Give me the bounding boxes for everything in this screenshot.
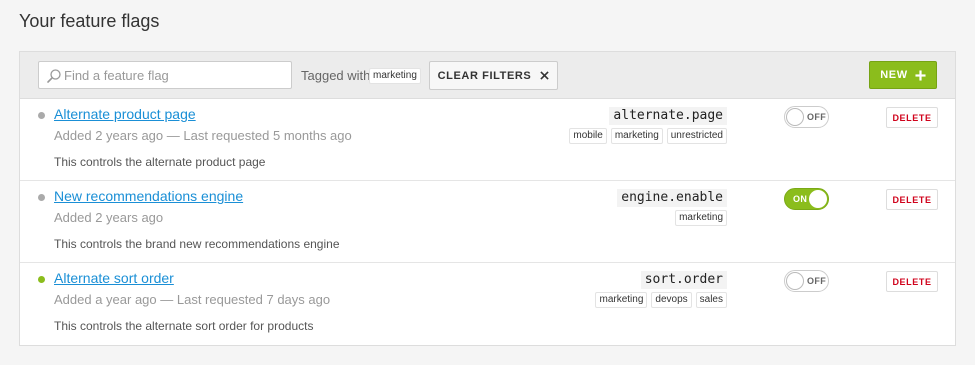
- toggle-label: OFF: [807, 112, 827, 122]
- flag-meta: Added 2 years ago — Last requested 5 mon…: [54, 128, 352, 143]
- tag[interactable]: mobile: [569, 128, 607, 144]
- flag-meta: Added a year ago — Last requested 7 days…: [54, 292, 331, 307]
- new-flag-button[interactable]: NEW: [869, 61, 937, 89]
- toggle-knob: [786, 272, 804, 290]
- flag-row: New recommendations engine Added 2 years…: [20, 181, 955, 263]
- flag-toggle[interactable]: OFF: [784, 270, 829, 292]
- flag-tags: marketing: [675, 210, 727, 226]
- status-dot: [38, 112, 45, 119]
- delete-button[interactable]: DELETE: [886, 107, 938, 128]
- flag-toggle[interactable]: ON: [784, 188, 829, 210]
- flag-meta: Added 2 years ago: [54, 210, 164, 225]
- tag[interactable]: unrestricted: [666, 128, 727, 144]
- flag-description: This controls the alternate sort order f…: [54, 319, 314, 333]
- flag-description: This controls the alternate product page: [54, 155, 266, 169]
- search-input[interactable]: [64, 66, 284, 84]
- active-tag-filter[interactable]: marketing: [369, 68, 421, 84]
- flag-name-link[interactable]: Alternate product page: [54, 106, 196, 122]
- flag-key: alternate.page: [609, 107, 727, 125]
- status-dot: [38, 194, 45, 201]
- flag-tags: mobile marketing unrestricted: [569, 128, 727, 144]
- flag-name-link[interactable]: Alternate sort order: [54, 270, 174, 286]
- delete-button[interactable]: DELETE: [886, 189, 938, 210]
- toggle-label: OFF: [807, 276, 827, 286]
- tag[interactable]: marketing: [610, 128, 663, 144]
- flag-key: sort.order: [640, 271, 727, 289]
- page-title: Your feature flags: [19, 11, 160, 31]
- feature-flags-panel: Tagged with marketing CLEAR FILTERS NEW …: [19, 51, 956, 346]
- tagged-with-label: Tagged with: [301, 68, 371, 83]
- filter-toolbar: Tagged with marketing CLEAR FILTERS NEW: [20, 52, 955, 99]
- search-box[interactable]: [38, 61, 292, 89]
- flag-name-link[interactable]: New recommendations engine: [54, 188, 243, 204]
- flag-toggle[interactable]: OFF: [784, 106, 829, 128]
- flag-row: Alternate sort order Added a year ago — …: [20, 263, 955, 345]
- plus-icon: [915, 69, 926, 81]
- toggle-knob: [809, 190, 827, 208]
- tag[interactable]: devops: [651, 292, 692, 308]
- status-dot: [38, 276, 45, 283]
- close-icon: [540, 71, 550, 80]
- flag-row: Alternate product page Added 2 years ago…: [20, 99, 955, 181]
- delete-button[interactable]: DELETE: [886, 271, 938, 292]
- flag-tags: marketing devops sales: [595, 292, 727, 308]
- tag[interactable]: sales: [695, 292, 727, 308]
- flag-description: This controls the brand new recommendati…: [54, 237, 340, 251]
- tag[interactable]: marketing: [595, 292, 648, 308]
- clear-filters-button[interactable]: CLEAR FILTERS: [429, 61, 558, 90]
- toggle-label: ON: [793, 194, 808, 204]
- flag-key: engine.enable: [617, 189, 727, 207]
- toggle-knob: [786, 108, 804, 126]
- tag[interactable]: marketing: [675, 210, 727, 226]
- clear-filters-label: CLEAR FILTERS: [437, 69, 532, 82]
- new-flag-label: NEW: [880, 69, 908, 81]
- search-icon: [47, 69, 61, 83]
